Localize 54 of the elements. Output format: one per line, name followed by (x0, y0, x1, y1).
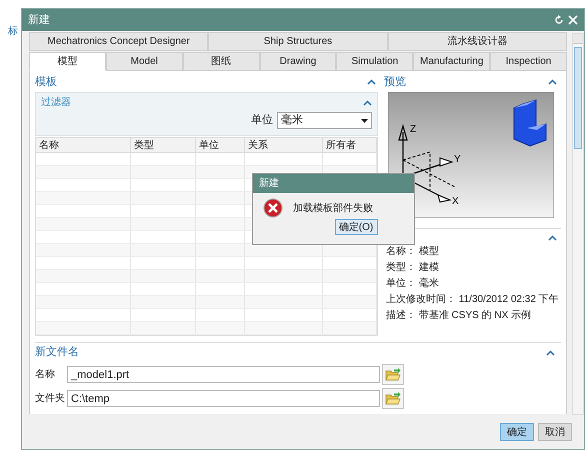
axis-label: Z (410, 124, 416, 135)
input-field[interactable]: C:\temp (67, 390, 380, 407)
section-title: 预览 (384, 74, 406, 90)
window-title: 新建 (28, 12, 50, 28)
collapse-icon[interactable] (546, 350, 555, 356)
section-title: 新文件名 (35, 344, 79, 360)
dropdown-arrow-icon (361, 118, 368, 122)
axis-label: Y (454, 154, 461, 165)
folder-icon (385, 392, 401, 406)
tab[interactable]: Model (106, 52, 183, 71)
property-line: 上次修改时间： 11/30/2012 02:32 下午 (386, 293, 560, 306)
axis-label: X (452, 196, 459, 207)
tab[interactable]: 模型 (29, 52, 106, 71)
collapse-icon[interactable] (548, 79, 557, 85)
tab[interactable]: Ship Structures (208, 32, 388, 51)
collapse-icon[interactable] (363, 100, 372, 106)
collapse-icon[interactable] (367, 79, 376, 85)
property-line: 单位： 毫米 (386, 277, 440, 290)
tab[interactable]: Drawing (260, 52, 336, 71)
tab[interactable]: 图纸 (182, 52, 260, 71)
close-icon[interactable] (568, 15, 578, 25)
error-message: 加载模板部件失败 (293, 202, 373, 216)
folder-icon (385, 368, 401, 382)
tab[interactable]: 流水线设计器 (388, 32, 567, 51)
tab[interactable]: Manufacturing (413, 52, 490, 71)
browse-folder-button[interactable] (382, 388, 404, 409)
dialog-title: 新建 (259, 176, 279, 191)
property-line: 描述： 带基准 CSYS 的 NX 示例 (386, 309, 532, 322)
field-label: 文件夹 (35, 392, 65, 406)
column-header[interactable]: 类型 (131, 138, 196, 152)
toolbar-label: 标 (8, 24, 18, 39)
section-title: 模板 (35, 74, 57, 90)
unit-dropdown[interactable]: 毫米 (277, 112, 372, 129)
scrollbar[interactable] (572, 33, 584, 415)
tab[interactable]: Mechatronics Concept Designer (29, 32, 208, 51)
ok-button[interactable]: 确定 (500, 423, 534, 441)
property-line: 名称： 模型 (386, 245, 440, 258)
error-icon (263, 198, 283, 218)
filter-title: 过滤器 (41, 96, 71, 110)
column-header[interactable]: 名称 (36, 138, 131, 152)
tab[interactable]: Inspection (490, 52, 568, 71)
column-header[interactable]: 关系 (245, 138, 323, 152)
tab[interactable]: Simulation (336, 52, 414, 71)
field-label: 名称 (35, 368, 56, 382)
browse-folder-button[interactable] (382, 364, 404, 385)
property-line: 类型： 建模 (386, 261, 440, 274)
column-header[interactable]: 所有者 (323, 138, 377, 152)
collapse-icon[interactable] (548, 234, 557, 240)
column-header[interactable]: 单位 (196, 138, 245, 152)
unit-label: 单位 (251, 113, 273, 128)
input-field[interactable]: _model1.prt (67, 366, 380, 383)
reset-icon[interactable] (554, 15, 564, 25)
confirm-button[interactable]: 确定(O) (334, 219, 378, 235)
cancel-button[interactable]: 取消 (538, 423, 572, 441)
